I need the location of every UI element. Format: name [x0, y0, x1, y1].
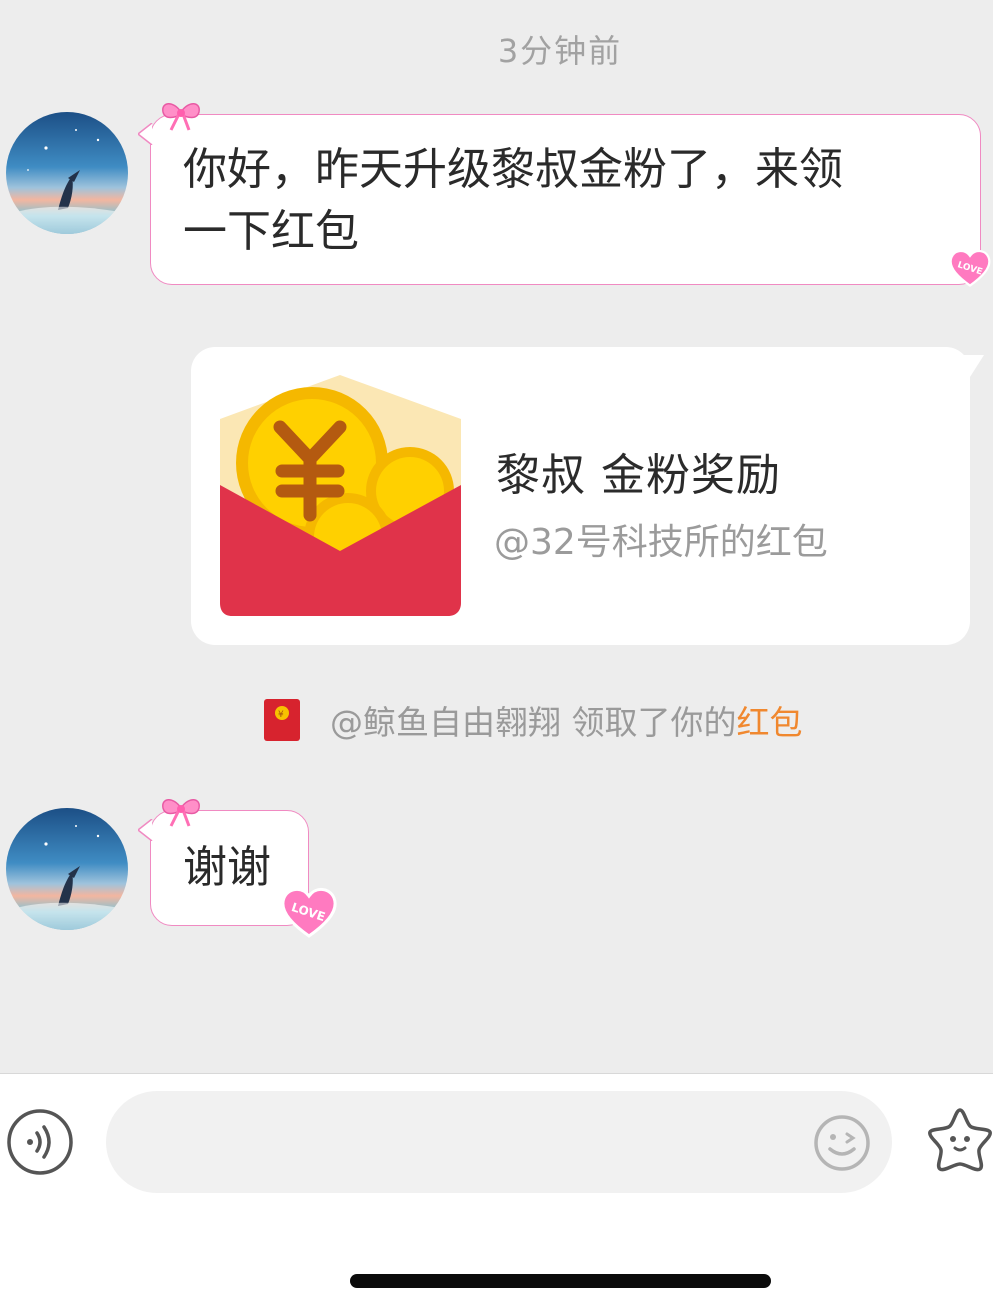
- avatar-whale-image: [6, 808, 128, 930]
- svg-text:¥: ¥: [278, 710, 284, 720]
- emoji-icon[interactable]: [813, 1114, 871, 1172]
- red-packet-title: 黎叔 金粉奖励: [496, 450, 781, 501]
- avatar[interactable]: [6, 808, 128, 930]
- message-text-line: 你好，昨天升级黎叔金粉了，来领: [183, 144, 843, 195]
- message-text-line: 一下红包: [183, 206, 359, 257]
- voice-icon[interactable]: [6, 1108, 74, 1176]
- love-heart-icon: LOVE: [281, 888, 337, 938]
- home-indicator[interactable]: [350, 1274, 771, 1288]
- bow-icon: [162, 799, 200, 827]
- red-packet-card[interactable]: 黎叔 金粉奖励 @32号科技所的红包: [191, 347, 984, 645]
- system-notice: ¥ @鲸鱼自由翱翔 领取了你的 红包: [264, 698, 803, 742]
- red-packet-icon: [220, 375, 461, 616]
- more-star-icon[interactable]: [924, 1104, 993, 1174]
- avatar[interactable]: [6, 112, 128, 234]
- bubble-tail: [138, 819, 153, 841]
- avatar-whale-image: [6, 112, 128, 234]
- chat-input-bar: [0, 1073, 993, 1298]
- system-notice-text: @鲸鱼自由翱翔 领取了你的: [330, 703, 737, 742]
- love-heart-icon: LOVE: [949, 249, 991, 287]
- message-bubble[interactable]: 你好，昨天升级黎叔金粉了，来领 一下红包: [138, 114, 981, 285]
- bow-icon: [162, 103, 200, 131]
- message-timestamp: 3分钟前: [497, 32, 623, 70]
- red-packet-link[interactable]: 红包: [737, 696, 803, 744]
- red-packet-small-icon: ¥: [264, 699, 300, 741]
- red-packet-subtitle: @32号科技所的红包: [494, 522, 828, 563]
- bubble-tail: [958, 355, 984, 377]
- message-input[interactable]: [106, 1091, 892, 1193]
- bubble-tail: [138, 123, 153, 145]
